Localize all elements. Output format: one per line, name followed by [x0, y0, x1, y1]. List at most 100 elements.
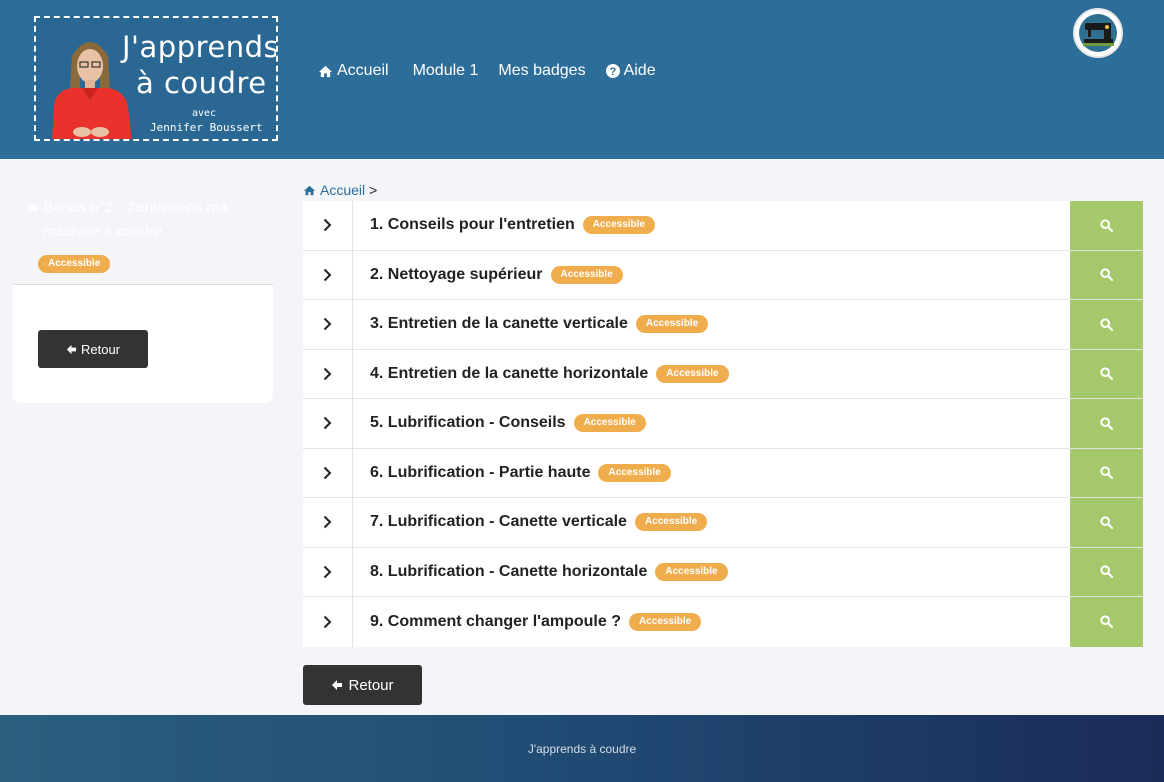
list-item: 9. Comment changer l'ampoule ? Accessibl… — [303, 597, 1143, 647]
nav-badges[interactable]: Mes badges — [498, 62, 585, 80]
breadcrumb-home-label: Accueil — [320, 182, 366, 198]
chevron-right-icon — [323, 318, 332, 331]
lesson-title[interactable]: 8. Lubrification - Canette horizontale — [370, 563, 647, 581]
breadcrumb-separator: > — [369, 182, 378, 198]
lesson-content: 4. Entretien de la canette horizontale A… — [353, 350, 1070, 399]
expand-toggle[interactable] — [303, 547, 353, 596]
nav-home-label: Accueil — [337, 62, 389, 79]
logo-avec: avec — [192, 108, 217, 119]
breadcrumb: Accueil > — [303, 182, 377, 198]
site-header: J'apprends à coudre avec Jennifer Bousse… — [0, 0, 1164, 159]
search-icon — [1100, 367, 1113, 381]
status-badge: Accessible — [573, 414, 646, 433]
lesson-title[interactable]: 3. Entretien de la canette verticale — [370, 315, 628, 333]
expand-toggle[interactable] — [303, 498, 353, 547]
list-item: 6. Lubrification - Partie haute Accessib… — [303, 448, 1143, 498]
status-badge: Accessible — [628, 612, 702, 631]
lesson-list: 1. Conseils pour l'entretien Accessible … — [303, 201, 1143, 647]
status-badge: Accessible — [635, 315, 709, 334]
list-item: 5. Lubrification - Conseils Accessible — [303, 399, 1143, 449]
search-icon — [1100, 516, 1113, 529]
nav-home[interactable]: Accueil — [318, 62, 389, 80]
expand-toggle[interactable] — [303, 597, 353, 647]
search-icon — [1100, 466, 1113, 480]
list-item: 1. Conseils pour l'entretien Accessible — [303, 201, 1143, 251]
main-back-label: Retour — [348, 676, 394, 694]
sidebar-back-label: Retour — [80, 341, 121, 357]
lesson-view-button[interactable] — [1070, 399, 1143, 448]
sidebar-title-text: Bonus n°2 - J'entretiens ma machine à co… — [43, 199, 228, 240]
lesson-title[interactable]: 1. Conseils pour l'entretien — [370, 216, 575, 234]
list-item: 3. Entretien de la canette verticale Acc… — [303, 300, 1143, 350]
chevron-right-icon — [323, 615, 332, 628]
lesson-content: 8. Lubrification - Canette horizontale A… — [353, 548, 1070, 597]
lesson-title[interactable]: 5. Lubrification - Conseils — [370, 414, 566, 432]
lesson-title[interactable]: 2. Nettoyage supérieur — [370, 266, 543, 284]
status-badge: Accessible — [656, 364, 729, 383]
lesson-view-button[interactable] — [1070, 300, 1143, 349]
chevron-right-icon — [323, 417, 332, 430]
home-icon — [304, 185, 315, 195]
lesson-view-button[interactable] — [1070, 498, 1143, 547]
sidebar-back-button[interactable]: Retour — [38, 330, 148, 368]
svg-text:?: ? — [609, 66, 616, 78]
lesson-title[interactable]: 6. Lubrification - Partie haute — [370, 464, 590, 482]
chevron-right-icon — [323, 367, 332, 380]
main-back-button[interactable]: Retour — [303, 665, 422, 705]
breadcrumb-home[interactable]: Accueil — [303, 182, 365, 198]
expand-toggle[interactable] — [303, 201, 353, 250]
list-item: 4. Entretien de la canette horizontale A… — [303, 349, 1143, 399]
lesson-view-button[interactable] — [1070, 349, 1143, 398]
lesson-content: 3. Entretien de la canette verticale Acc… — [353, 300, 1070, 349]
nav-help[interactable]: ? Aide — [605, 62, 656, 80]
folder-open-icon — [28, 203, 39, 211]
site-logo[interactable]: J'apprends à coudre avec Jennifer Bousse… — [34, 16, 278, 141]
chevron-right-icon — [323, 516, 332, 529]
chevron-right-icon — [323, 219, 332, 232]
logo-title-line1: J'apprends — [122, 30, 278, 64]
status-badge: Accessible — [598, 463, 671, 482]
search-icon — [1100, 219, 1113, 232]
logo-author: Jennifer Boussert — [150, 121, 263, 134]
chevron-right-icon — [323, 268, 332, 281]
lesson-view-button[interactable] — [1070, 597, 1143, 647]
nav-badges-label: Mes badges — [498, 62, 586, 79]
expand-toggle[interactable] — [303, 250, 353, 299]
question-circle-icon: ? — [605, 64, 620, 78]
list-item: 8. Lubrification - Canette horizontale A… — [303, 547, 1143, 597]
lesson-view-button[interactable] — [1070, 547, 1143, 596]
nav-module[interactable]: Module 1 — [413, 62, 479, 80]
nav-module-label: Module 1 — [412, 62, 479, 79]
lesson-content: 5. Lubrification - Conseils Accessible — [353, 399, 1070, 448]
lesson-content: 7. Lubrification - Canette verticale Acc… — [353, 498, 1070, 547]
sidebar-header: Bonus n°2 - J'entretiens ma machine à co… — [13, 180, 273, 285]
lesson-view-button[interactable] — [1070, 250, 1143, 299]
status-badge: Accessible — [634, 513, 708, 532]
home-icon — [319, 65, 332, 77]
user-avatar[interactable] — [1073, 8, 1123, 58]
expand-toggle[interactable] — [303, 300, 353, 349]
chevron-right-icon — [323, 466, 332, 479]
search-icon — [1100, 565, 1113, 579]
lesson-title[interactable]: 9. Comment changer l'ampoule ? — [370, 613, 621, 631]
lesson-view-button[interactable] — [1070, 448, 1143, 497]
lesson-title[interactable]: 7. Lubrification - Canette verticale — [370, 513, 627, 531]
search-icon — [1100, 268, 1113, 282]
nav-help-label: Aide — [623, 62, 656, 79]
search-icon — [1100, 318, 1113, 331]
expand-toggle[interactable] — [303, 349, 353, 398]
list-item: 2. Nettoyage supérieur Accessible — [303, 250, 1143, 300]
search-icon — [1100, 417, 1113, 430]
lesson-content: 2. Nettoyage supérieur Accessible — [353, 251, 1070, 300]
status-badge: Accessible — [655, 562, 728, 581]
status-badge: Accessible — [550, 265, 623, 284]
lesson-view-button[interactable] — [1070, 201, 1143, 250]
expand-toggle[interactable] — [303, 448, 353, 497]
chevron-right-icon — [323, 565, 332, 578]
search-icon — [1100, 615, 1113, 629]
logo-title-line2: à coudre — [136, 66, 267, 100]
sewing-machine-avatar-icon — [1075, 10, 1121, 56]
lesson-title[interactable]: 4. Entretien de la canette horizontale — [370, 365, 648, 383]
sidebar-title: Bonus n°2 - J'entretiens ma machine à co… — [28, 196, 259, 244]
expand-toggle[interactable] — [303, 399, 353, 448]
